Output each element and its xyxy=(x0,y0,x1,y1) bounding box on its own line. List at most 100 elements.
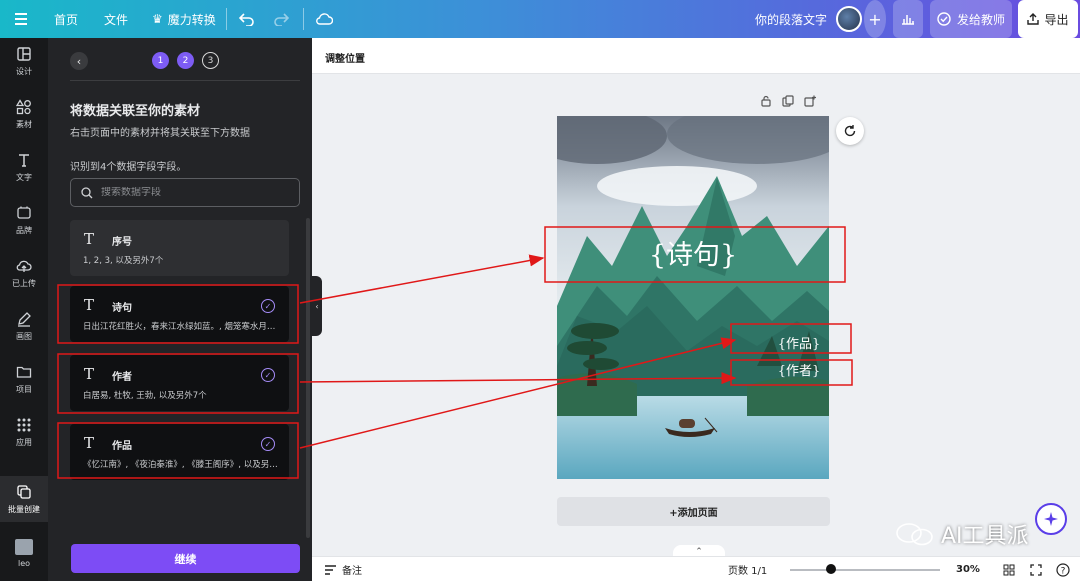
add-collaborator-icon[interactable]: + xyxy=(864,0,886,38)
field-values: 1, 2, 3, 以及另外7个 xyxy=(83,256,164,266)
field-values: 日出江花红胜火，春来江水绿如蓝。, 烟笼寒水月笼沙 xyxy=(83,322,283,332)
fullscreen-icon[interactable] xyxy=(1030,557,1042,581)
magic-assistant-icon[interactable] xyxy=(1035,503,1067,535)
refresh-icon[interactable] xyxy=(836,117,864,145)
svg-text:?: ? xyxy=(1061,566,1066,576)
rail-item-design[interactable]: 设计 xyxy=(0,38,48,84)
zoom-slider-track[interactable] xyxy=(790,569,940,571)
watermark: AI工具派 xyxy=(895,518,1029,550)
placeholder-author-text[interactable]: {作者} xyxy=(778,364,821,379)
rail-item-uploads[interactable]: 已上传 xyxy=(0,250,48,296)
text-field-icon: T xyxy=(84,230,95,248)
rail-item-brand[interactable]: 品牌 xyxy=(0,197,48,243)
insights-button[interactable] xyxy=(893,0,923,38)
placeholder-work-text[interactable]: {作品} xyxy=(778,337,821,352)
watermark-text: AI工具派 xyxy=(941,524,1029,549)
field-values: 《忆江南》, 《夜泊秦淮》, 《滕王阁序》, 以及另外7个 xyxy=(83,460,283,470)
upload-icon xyxy=(16,260,32,272)
back-chevron-icon[interactable]: ‹ xyxy=(70,52,88,70)
panel-scrollbar[interactable] xyxy=(306,218,310,538)
field-name: 作品 xyxy=(112,441,132,452)
field-card-work[interactable]: T 作品 《忆江南》, 《夜泊秦淮》, 《滕王阁序》, 以及另外7个 ✓ xyxy=(70,424,289,480)
field-values: 白居易, 杜牧, 王勃, 以及另外7个 xyxy=(83,391,207,401)
page-toolbar xyxy=(760,95,816,107)
step-3: 3 xyxy=(202,52,219,69)
search-input[interactable] xyxy=(101,187,281,198)
check-circle-icon: ✓ xyxy=(261,299,275,313)
text-field-icon: T xyxy=(84,365,95,383)
continue-button[interactable]: 继续 xyxy=(71,544,300,573)
hamburger-menu-icon[interactable] xyxy=(14,0,28,38)
cloud-save-icon[interactable] xyxy=(315,0,333,38)
check-circle-icon: ✓ xyxy=(261,437,275,451)
notes-label: 备注 xyxy=(342,566,362,577)
page-count[interactable]: 页数 1/1 xyxy=(728,557,767,581)
bottom-bar: 备注 页数 1/1 30% ? xyxy=(312,556,1080,581)
canvas-header: 调整位置 xyxy=(312,38,1080,74)
add-page-button[interactable]: +添加页面 xyxy=(557,497,830,526)
add-page-icon[interactable] xyxy=(804,95,816,107)
landscape-painting: {诗句} {作品} {作者} xyxy=(557,116,829,479)
search-field[interactable] xyxy=(70,178,300,207)
field-name: 诗句 xyxy=(112,303,132,314)
collapse-panel-chevron-icon[interactable]: ‹ xyxy=(312,276,322,336)
magic-switch-menu[interactable]: ♛ 魔力转换 xyxy=(152,0,216,38)
file-menu[interactable]: 文件 xyxy=(104,0,128,38)
rail-item-apps[interactable]: 应用 xyxy=(0,409,48,455)
share-teacher-label: 发给教师 xyxy=(956,12,1005,27)
crown-icon: ♛ xyxy=(152,12,163,26)
avatar xyxy=(15,538,33,555)
draw-icon xyxy=(18,311,31,327)
layout-icon xyxy=(17,46,31,61)
home-menu[interactable]: 首页 xyxy=(54,0,78,38)
brand-icon xyxy=(17,206,31,219)
document-title[interactable]: 你的段落文字 xyxy=(755,0,827,38)
rail-item-draw[interactable]: 画图 xyxy=(0,303,48,349)
duplicate-icon[interactable] xyxy=(782,95,794,107)
rail-item-text[interactable]: 文字 xyxy=(0,144,48,190)
step-2: 2 xyxy=(177,52,194,69)
export-button[interactable]: 导出 xyxy=(1018,0,1078,38)
apps-icon xyxy=(17,418,31,431)
redo-icon[interactable] xyxy=(273,0,289,38)
divider xyxy=(226,8,227,30)
design-page[interactable]: {诗句} {作品} {作者} xyxy=(557,116,829,479)
bar-chart-icon xyxy=(902,15,914,25)
grid-view-icon[interactable] xyxy=(1003,557,1015,581)
notes-button[interactable]: 备注 xyxy=(324,557,362,581)
rail-item-user[interactable]: leo xyxy=(0,530,48,576)
text-field-icon: T xyxy=(84,434,95,452)
zoom-level[interactable]: 30% xyxy=(956,557,980,581)
notes-icon xyxy=(325,564,336,575)
arrow-poem xyxy=(299,254,545,304)
user-avatar[interactable] xyxy=(836,0,864,38)
divider xyxy=(303,8,304,30)
check-circle-icon: ✓ xyxy=(261,368,275,382)
field-name: 序号 xyxy=(112,237,132,248)
help-icon[interactable]: ? xyxy=(1056,557,1070,581)
undo-icon[interactable] xyxy=(239,0,255,38)
top-bar: 首页 文件 ♛ 魔力转换 你的段落文字 + 发给教师 导出 xyxy=(0,0,1080,38)
text-icon xyxy=(19,153,29,167)
text-field-icon: T xyxy=(84,296,95,314)
panel-title: 将数据关联至你的素材 xyxy=(70,104,201,119)
divider xyxy=(70,80,300,81)
side-rail: 设计 素材 文字 品牌 已上传 画图 项目 应用 批量创建 leo xyxy=(0,38,48,581)
share-teacher-button[interactable]: 发给教师 xyxy=(930,0,1012,38)
bulk-create-icon xyxy=(17,484,31,499)
zoom-slider-handle[interactable] xyxy=(826,564,836,574)
placeholder-poem-text[interactable]: {诗句} xyxy=(649,240,737,271)
check-circle-icon xyxy=(937,12,951,26)
rail-item-elements[interactable]: 素材 xyxy=(0,91,48,137)
rail-item-projects[interactable]: 项目 xyxy=(0,356,48,402)
search-icon xyxy=(81,186,93,198)
step-indicator: 1 2 3 xyxy=(152,52,219,69)
wechat-icon xyxy=(896,523,933,546)
field-card-author[interactable]: T 作者 白居易, 杜牧, 王勃, 以及另外7个 ✓ xyxy=(70,355,289,411)
field-card-poem[interactable]: T 诗句 日出江花红胜火，春来江水绿如蓝。, 烟笼寒水月笼沙 ✓ xyxy=(70,286,289,342)
rail-item-bulk-create[interactable]: 批量创建 xyxy=(0,476,48,522)
field-card-index[interactable]: T 序号 1, 2, 3, 以及另外7个 xyxy=(70,220,289,276)
canvas-header-title: 调整位置 xyxy=(325,54,365,65)
magic-switch-label: 魔力转换 xyxy=(167,12,216,27)
lock-icon[interactable] xyxy=(760,95,772,107)
